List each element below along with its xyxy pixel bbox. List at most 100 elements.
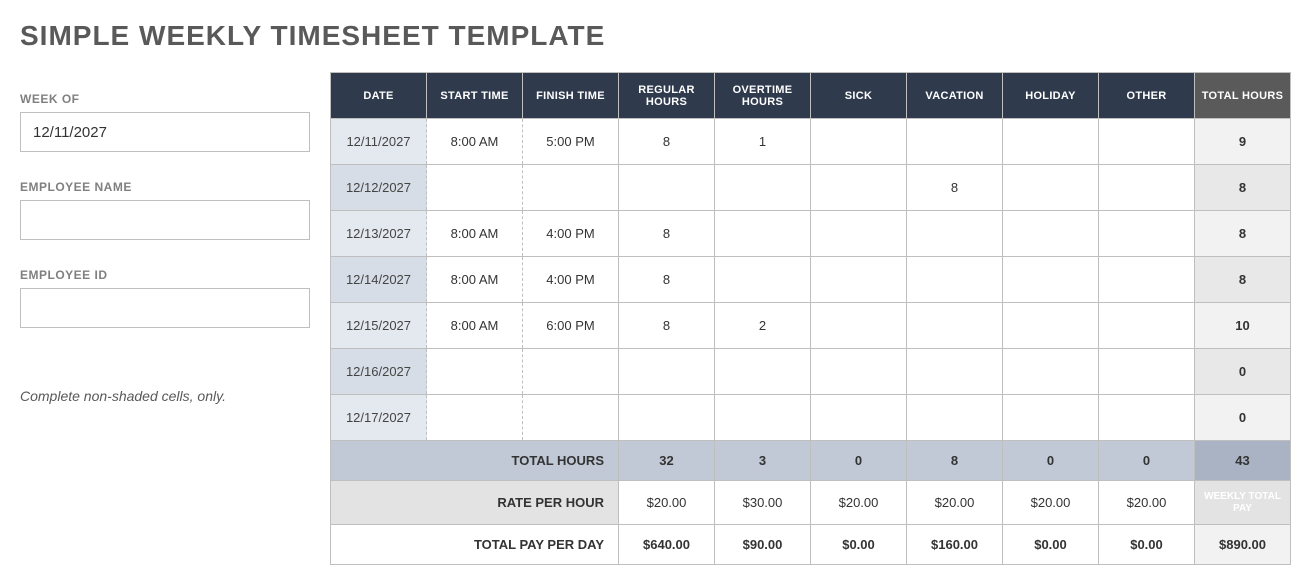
- table-row: 12/11/20278:00 AM5:00 PM81 9: [331, 119, 1291, 165]
- holiday-cell[interactable]: [1003, 211, 1099, 257]
- rate-vacation[interactable]: $20.00: [907, 481, 1003, 525]
- date-cell: 12/13/2027: [331, 211, 427, 257]
- vacation-cell[interactable]: 8: [907, 165, 1003, 211]
- header-holiday: HOLIDAY: [1003, 73, 1099, 119]
- overtime-cell[interactable]: [715, 349, 811, 395]
- holiday-cell[interactable]: [1003, 257, 1099, 303]
- table-row: 12/15/20278:00 AM6:00 PM8210: [331, 303, 1291, 349]
- overtime-cell[interactable]: [715, 257, 811, 303]
- pay-overtime: $90.00: [715, 525, 811, 565]
- header-regular: REGULAR HOURS: [619, 73, 715, 119]
- start-cell[interactable]: [427, 395, 523, 441]
- table-row: 12/13/20278:00 AM4:00 PM88: [331, 211, 1291, 257]
- date-cell: 12/15/2027: [331, 303, 427, 349]
- date-cell: 12/14/2027: [331, 257, 427, 303]
- total-cell: 8: [1195, 165, 1291, 211]
- pay-grand: $890.00: [1195, 525, 1291, 565]
- finish-cell[interactable]: [523, 165, 619, 211]
- page-title: SIMPLE WEEKLY TIMESHEET TEMPLATE: [20, 20, 1271, 52]
- date-cell: 12/12/2027: [331, 165, 427, 211]
- finish-cell[interactable]: [523, 349, 619, 395]
- sick-cell[interactable]: [811, 349, 907, 395]
- table-row: 12/14/20278:00 AM4:00 PM88: [331, 257, 1291, 303]
- totals-sick: 0: [811, 441, 907, 481]
- regular-cell[interactable]: [619, 395, 715, 441]
- holiday-cell[interactable]: [1003, 303, 1099, 349]
- header-start: START TIME: [427, 73, 523, 119]
- header-finish: FINISH TIME: [523, 73, 619, 119]
- start-cell[interactable]: 8:00 AM: [427, 119, 523, 165]
- totals-regular: 32: [619, 441, 715, 481]
- sick-cell[interactable]: [811, 303, 907, 349]
- total-cell: 0: [1195, 349, 1291, 395]
- employee-id-label: EMPLOYEE ID: [20, 268, 310, 282]
- rate-regular[interactable]: $20.00: [619, 481, 715, 525]
- date-cell: 12/17/2027: [331, 395, 427, 441]
- other-cell[interactable]: [1099, 165, 1195, 211]
- date-cell: 12/11/2027: [331, 119, 427, 165]
- overtime-cell[interactable]: 2: [715, 303, 811, 349]
- week-of-label: WEEK OF: [20, 92, 310, 106]
- rate-label: RATE PER HOUR: [331, 481, 619, 525]
- other-cell[interactable]: [1099, 119, 1195, 165]
- rate-other[interactable]: $20.00: [1099, 481, 1195, 525]
- vacation-cell[interactable]: [907, 349, 1003, 395]
- holiday-cell[interactable]: [1003, 349, 1099, 395]
- regular-cell[interactable]: 8: [619, 303, 715, 349]
- holiday-cell[interactable]: [1003, 165, 1099, 211]
- totals-holiday: 0: [1003, 441, 1099, 481]
- pay-holiday: $0.00: [1003, 525, 1099, 565]
- header-total: TOTAL HOURS: [1195, 73, 1291, 119]
- rate-holiday[interactable]: $20.00: [1003, 481, 1099, 525]
- finish-cell[interactable]: 4:00 PM: [523, 211, 619, 257]
- overtime-cell[interactable]: [715, 395, 811, 441]
- vacation-cell[interactable]: [907, 119, 1003, 165]
- finish-cell[interactable]: 4:00 PM: [523, 257, 619, 303]
- sick-cell[interactable]: [811, 257, 907, 303]
- vacation-cell[interactable]: [907, 303, 1003, 349]
- pay-total-label: TOTAL PAY PER DAY: [331, 525, 619, 565]
- regular-cell[interactable]: 8: [619, 211, 715, 257]
- vacation-cell[interactable]: [907, 211, 1003, 257]
- start-cell[interactable]: 8:00 AM: [427, 257, 523, 303]
- rate-sick[interactable]: $20.00: [811, 481, 907, 525]
- date-cell: 12/16/2027: [331, 349, 427, 395]
- regular-cell[interactable]: 8: [619, 119, 715, 165]
- start-cell[interactable]: [427, 165, 523, 211]
- week-of-input[interactable]: 12/11/2027: [20, 112, 310, 152]
- total-cell: 9: [1195, 119, 1291, 165]
- finish-cell[interactable]: 5:00 PM: [523, 119, 619, 165]
- sick-cell[interactable]: [811, 395, 907, 441]
- employee-name-input[interactable]: [20, 200, 310, 240]
- overtime-cell[interactable]: 1: [715, 119, 811, 165]
- overtime-cell[interactable]: [715, 211, 811, 257]
- regular-cell[interactable]: [619, 349, 715, 395]
- other-cell[interactable]: [1099, 211, 1195, 257]
- overtime-cell[interactable]: [715, 165, 811, 211]
- vacation-cell[interactable]: [907, 395, 1003, 441]
- other-cell[interactable]: [1099, 257, 1195, 303]
- holiday-cell[interactable]: [1003, 395, 1099, 441]
- start-cell[interactable]: 8:00 AM: [427, 303, 523, 349]
- finish-cell[interactable]: 6:00 PM: [523, 303, 619, 349]
- totals-label: TOTAL HOURS: [331, 441, 619, 481]
- table-row: 12/12/2027 8 8: [331, 165, 1291, 211]
- sick-cell[interactable]: [811, 165, 907, 211]
- vacation-cell[interactable]: [907, 257, 1003, 303]
- rate-overtime[interactable]: $30.00: [715, 481, 811, 525]
- start-cell[interactable]: [427, 349, 523, 395]
- start-cell[interactable]: 8:00 AM: [427, 211, 523, 257]
- regular-cell[interactable]: [619, 165, 715, 211]
- other-cell[interactable]: [1099, 349, 1195, 395]
- other-cell[interactable]: [1099, 303, 1195, 349]
- sick-cell[interactable]: [811, 119, 907, 165]
- weekly-total-pay-label: WEEKLY TOTAL PAY: [1195, 481, 1291, 525]
- holiday-cell[interactable]: [1003, 119, 1099, 165]
- employee-id-input[interactable]: [20, 288, 310, 328]
- timesheet-table-wrap: DATE START TIME FINISH TIME REGULAR HOUR…: [330, 72, 1291, 565]
- regular-cell[interactable]: 8: [619, 257, 715, 303]
- sick-cell[interactable]: [811, 211, 907, 257]
- other-cell[interactable]: [1099, 395, 1195, 441]
- finish-cell[interactable]: [523, 395, 619, 441]
- pay-vacation: $160.00: [907, 525, 1003, 565]
